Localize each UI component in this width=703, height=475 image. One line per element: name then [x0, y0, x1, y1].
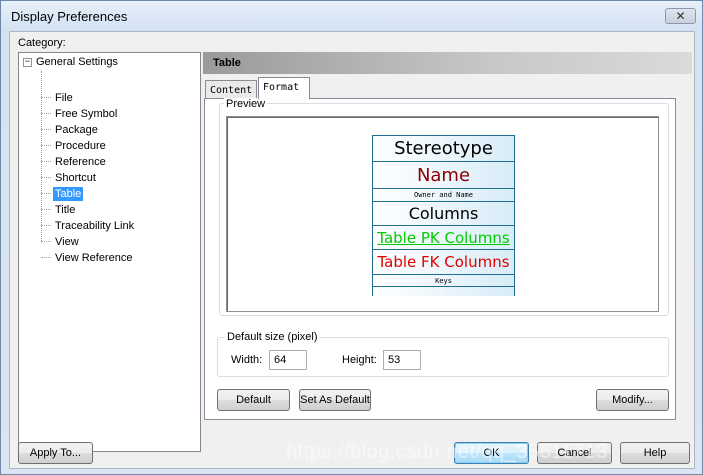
tree-branch-line — [41, 145, 51, 146]
tree-item-label: View — [55, 235, 79, 248]
tree-branch-line — [41, 241, 51, 242]
preview-label: Preview — [224, 98, 268, 110]
tree-branch-line — [41, 193, 51, 194]
tree-item-label: Procedure — [55, 139, 106, 152]
tree-item-title[interactable]: Title — [41, 202, 77, 217]
table-empty-row — [373, 287, 514, 296]
category-tree[interactable]: − General Settings File Free Symbol Pack… — [18, 52, 201, 452]
tree-item-label: Title — [55, 203, 76, 216]
tree-branch-line — [41, 225, 51, 226]
tree-branch-line — [41, 257, 51, 258]
tree-branch-line — [41, 209, 51, 210]
tree-item-table[interactable]: Table — [41, 186, 84, 201]
tree-item-label: File — [55, 91, 73, 104]
table-stereotype: Stereotype — [373, 136, 514, 162]
panel-header: Table — [203, 52, 692, 74]
tree-item-view-reference[interactable]: View Reference — [41, 250, 134, 265]
tree-item-label: Shortcut — [55, 171, 96, 184]
tree-item-reference[interactable]: Reference — [41, 154, 108, 169]
tree-item-label: Traceability Link — [55, 219, 135, 232]
default-size-label: Default size (pixel) — [225, 331, 320, 343]
tree-branch-line — [41, 97, 51, 98]
modify-button[interactable]: Modify... — [596, 389, 669, 411]
table-columns: Columns — [373, 202, 514, 226]
tree-item-file[interactable]: File — [41, 90, 75, 105]
table-owner: Owner and Name — [373, 189, 514, 202]
tree-item-label: Table — [53, 186, 84, 201]
window-title: Display Preferences — [11, 9, 128, 24]
dialog-body: Category: − General Settings File Free S… — [9, 31, 695, 469]
tree-item-label: Reference — [55, 155, 106, 168]
tree-item-label: View Reference — [55, 251, 133, 264]
tree-item-label: Package — [55, 123, 98, 136]
set-as-default-button[interactable]: Set As Default — [299, 389, 371, 411]
help-button[interactable]: Help — [620, 442, 690, 464]
tree-branch-line — [41, 129, 51, 130]
tree-branch-line — [41, 161, 51, 162]
height-label: Height: — [342, 354, 377, 366]
table-fk-columns: Table FK Columns — [373, 250, 514, 275]
table-pk-columns: Table PK Columns — [373, 226, 514, 250]
width-field[interactable] — [269, 350, 307, 370]
tree-item-package[interactable]: Package — [41, 122, 100, 137]
tab-content[interactable]: Content — [205, 80, 257, 100]
close-button[interactable]: ✕ — [665, 8, 696, 24]
tree-root-label: General Settings — [36, 56, 118, 68]
tab-format[interactable]: Format — [258, 77, 310, 99]
table-keys: Keys — [373, 275, 514, 287]
tree-root-general-settings[interactable]: − General Settings — [23, 56, 118, 68]
display-preferences-dialog: Display Preferences ✕ Category: − Genera… — [0, 0, 703, 475]
category-label: Category: — [18, 37, 66, 49]
tree-item-shortcut[interactable]: Shortcut — [41, 170, 98, 185]
tree-item-label: Free Symbol — [55, 107, 118, 120]
watermark: https://blog.csdn.net/qq_35611713 — [286, 441, 608, 463]
tree-branch-line — [41, 113, 51, 114]
collapse-icon[interactable]: − — [23, 57, 32, 67]
title-bar[interactable]: Display Preferences ✕ — [1, 1, 702, 31]
height-field[interactable] — [383, 350, 421, 370]
tree-branch-line — [41, 177, 51, 178]
table-name: Name — [373, 162, 514, 189]
apply-to-button[interactable]: Apply To... — [18, 442, 93, 464]
tree-item-view[interactable]: View — [41, 234, 81, 249]
tree-item-traceability-link[interactable]: Traceability Link — [41, 218, 136, 233]
table-symbol-preview: Stereotype Name Owner and Name Columns T… — [372, 135, 515, 296]
tree-item-free-symbol[interactable]: Free Symbol — [41, 106, 119, 121]
close-icon: ✕ — [675, 9, 686, 23]
tree-item-procedure[interactable]: Procedure — [41, 138, 108, 153]
panel-title: Table — [213, 57, 241, 69]
width-label: Width: — [231, 354, 263, 366]
default-button[interactable]: Default — [217, 389, 290, 411]
